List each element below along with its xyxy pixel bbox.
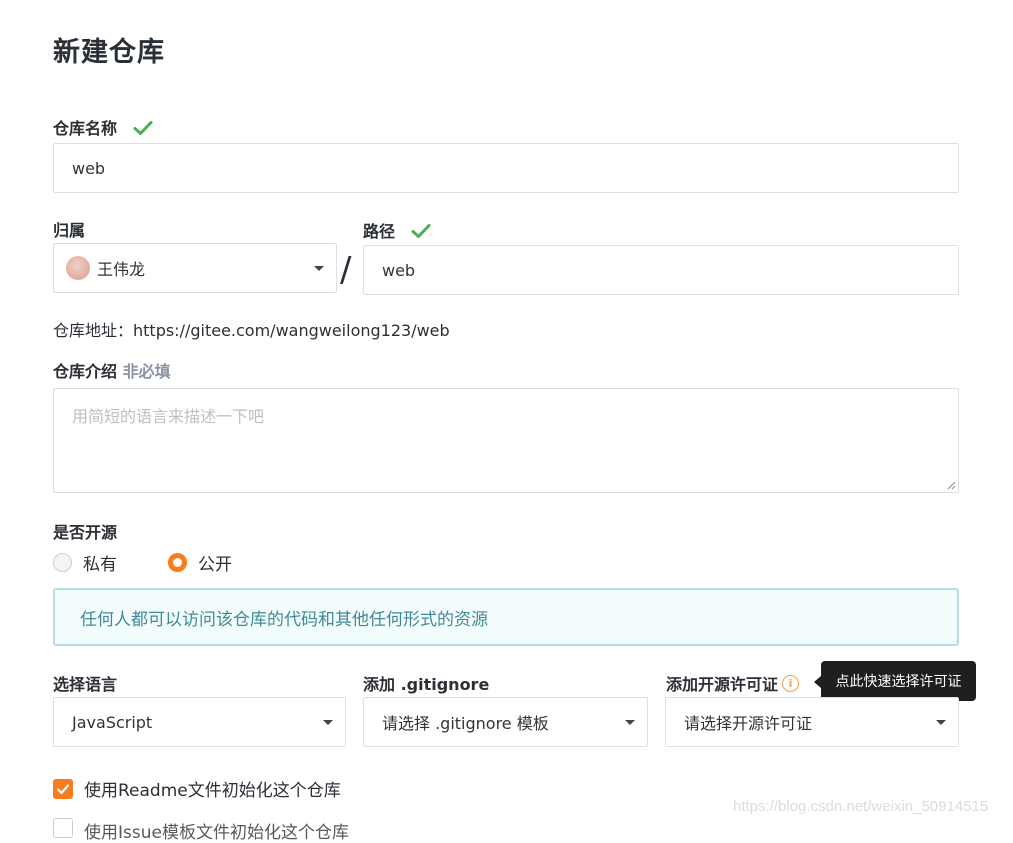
page-title: 新建仓库: [53, 37, 165, 68]
visibility-info-text: 任何人都可以访问该仓库的代码和其他任何形式的资源: [80, 609, 488, 630]
description-label: 仓库介绍: [53, 362, 118, 381]
radio-public-circle[interactable]: [168, 553, 187, 572]
description-placeholder: 用简短的语言来描述一下吧: [72, 407, 265, 426]
gitignore-select[interactable]: 请选择 .gitignore 模板: [363, 697, 648, 747]
optional-tag: 非必填: [122, 362, 171, 381]
path-label-row: 路径: [363, 218, 431, 242]
repo-name-input[interactable]: web: [53, 143, 959, 193]
next-option-label: 使用Issue模板文件初始化这个仓库: [84, 823, 349, 843]
chevron-down-icon: [936, 720, 946, 725]
chevron-down-icon: [323, 720, 333, 725]
watermark: https://blog.csdn.net/weixin_50914515: [733, 798, 989, 815]
check-icon: [133, 121, 153, 135]
path-separator: /: [340, 250, 352, 290]
license-label-row: 添加开源许可证 i: [666, 671, 800, 695]
description-label-row: 仓库介绍 非必填: [53, 358, 171, 382]
resize-grip-icon[interactable]: [946, 480, 956, 490]
avatar: [66, 256, 90, 280]
visibility-info: 任何人都可以访问该仓库的代码和其他任何形式的资源: [53, 588, 959, 646]
repo-name-label-row: 仓库名称: [53, 115, 153, 139]
license-label: 添加开源许可证: [666, 675, 779, 694]
init-readme-checkbox[interactable]: [53, 778, 73, 799]
path-label: 路径: [363, 222, 396, 241]
language-label: 选择语言: [53, 675, 118, 694]
language-value: JavaScript: [72, 712, 153, 732]
description-textarea[interactable]: 用简短的语言来描述一下吧: [53, 388, 959, 493]
repo-url: 仓库地址：https://gitee.com/wangweilong123/we…: [53, 321, 450, 340]
license-select[interactable]: 请选择开源许可证: [665, 697, 959, 747]
language-select[interactable]: JavaScript: [53, 697, 346, 747]
chevron-down-icon: [314, 266, 324, 271]
radio-public[interactable]: 公开: [168, 550, 232, 575]
gitignore-value: 请选择 .gitignore 模板: [382, 714, 549, 733]
check-icon: [411, 224, 431, 238]
visibility-label: 是否开源: [53, 523, 118, 542]
info-icon[interactable]: i: [782, 674, 800, 692]
init-readme-label: 使用Readme文件初始化这个仓库: [84, 781, 341, 801]
radio-private-label: 私有: [83, 555, 117, 575]
owner-select[interactable]: 王伟龙: [53, 243, 337, 293]
checkmark-icon: [56, 783, 70, 794]
license-value: 请选择开源许可证: [684, 714, 813, 733]
gitignore-label: 添加 .gitignore: [363, 675, 490, 694]
license-tooltip: 点此快速选择许可证: [821, 661, 976, 701]
owner-label: 归属: [53, 221, 86, 240]
repo-name-label: 仓库名称: [53, 119, 118, 138]
repo-name-value: web: [72, 158, 106, 178]
path-input[interactable]: web: [363, 245, 959, 295]
next-option[interactable]: 使用Issue模板文件初始化这个仓库: [53, 818, 349, 843]
chevron-down-icon: [625, 720, 635, 725]
next-option-checkbox[interactable]: [53, 818, 73, 838]
radio-private-circle[interactable]: [53, 553, 72, 572]
path-value: web: [382, 260, 416, 280]
radio-public-label: 公开: [198, 555, 232, 575]
owner-value: 王伟龙: [97, 260, 146, 279]
tooltip-arrow: [814, 676, 821, 688]
init-readme-option[interactable]: 使用Readme文件初始化这个仓库: [53, 776, 341, 801]
radio-private[interactable]: 私有: [53, 550, 117, 575]
